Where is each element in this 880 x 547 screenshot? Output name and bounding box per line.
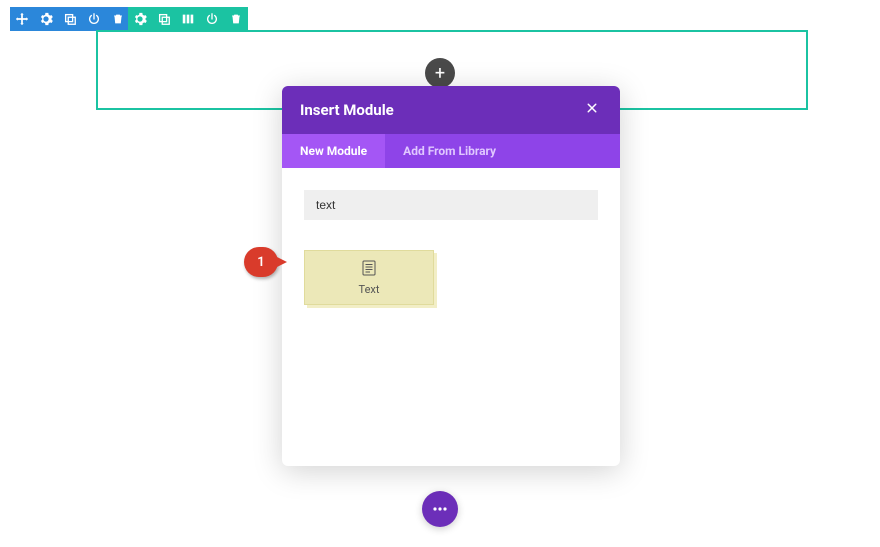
gear-icon[interactable] bbox=[34, 7, 58, 31]
modal-title: Insert Module bbox=[300, 101, 394, 119]
duplicate-icon[interactable] bbox=[152, 7, 176, 31]
modal-tabs: New Module Add From Library bbox=[282, 134, 620, 168]
modal-header: Insert Module bbox=[282, 86, 620, 134]
tab-new-module[interactable]: New Module bbox=[282, 134, 385, 168]
insert-module-modal: Insert Module New Module Add From Librar… bbox=[282, 86, 620, 466]
move-icon[interactable] bbox=[10, 7, 34, 31]
document-icon bbox=[362, 260, 376, 279]
callout-number: 1 bbox=[244, 247, 278, 277]
gear-icon[interactable] bbox=[128, 7, 152, 31]
columns-icon[interactable] bbox=[176, 7, 200, 31]
floating-menu-button[interactable] bbox=[422, 491, 458, 527]
search-input[interactable] bbox=[304, 190, 598, 220]
power-icon[interactable] bbox=[82, 7, 106, 31]
delete-icon[interactable] bbox=[224, 7, 248, 31]
callout-marker: 1 bbox=[244, 247, 292, 281]
close-icon[interactable] bbox=[582, 100, 602, 120]
section-toolbar bbox=[10, 7, 130, 31]
duplicate-icon[interactable] bbox=[58, 7, 82, 31]
row-toolbar bbox=[128, 7, 248, 31]
add-module-button[interactable]: + bbox=[425, 58, 455, 88]
module-label: Text bbox=[359, 283, 380, 296]
module-text[interactable]: Text bbox=[304, 250, 434, 305]
tab-add-from-library[interactable]: Add From Library bbox=[385, 134, 514, 168]
power-icon[interactable] bbox=[200, 7, 224, 31]
delete-icon[interactable] bbox=[106, 7, 130, 31]
